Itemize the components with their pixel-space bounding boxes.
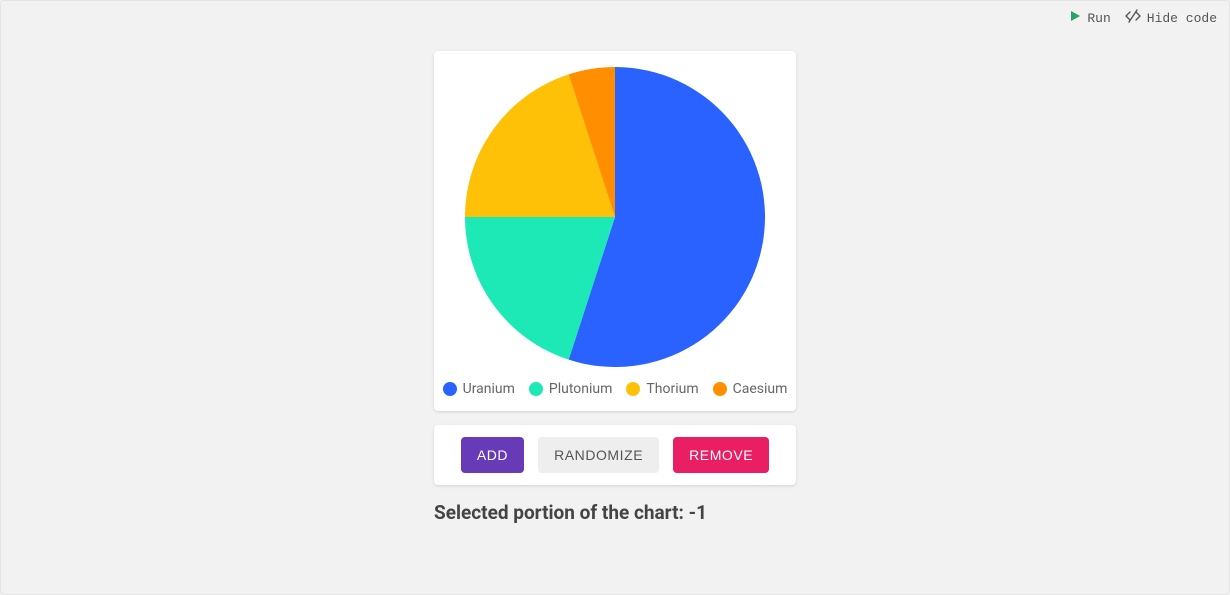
status-label: Selected portion of the chart:: [434, 501, 684, 524]
status-value: -1: [689, 501, 707, 524]
hide-code-button[interactable]: Hide code: [1125, 9, 1217, 27]
output-panel: Uranium Plutonium Thorium Caesium Add Rando…: [434, 51, 796, 524]
run-button[interactable]: Run: [1069, 10, 1110, 26]
legend-item-caesium[interactable]: Caesium: [713, 381, 788, 397]
legend-swatch-icon: [713, 382, 727, 396]
play-icon: [1069, 10, 1081, 26]
legend-label: Uranium: [463, 381, 515, 397]
status-text: Selected portion of the chart: -1: [434, 501, 796, 524]
cell-toolbar: Run Hide code: [1069, 9, 1217, 27]
run-label: Run: [1087, 11, 1110, 26]
add-button[interactable]: Add: [461, 437, 524, 473]
legend-label: Thorium: [646, 381, 698, 397]
hide-code-label: Hide code: [1147, 11, 1217, 26]
legend-item-uranium[interactable]: Uranium: [443, 381, 515, 397]
code-cell-output: Run Hide code Uranium Plutonium Thorium Cae…: [0, 0, 1230, 595]
legend-swatch-icon: [443, 382, 457, 396]
legend-swatch-icon: [626, 382, 640, 396]
legend-item-thorium[interactable]: Thorium: [626, 381, 698, 397]
button-card: Add Randomize Remove: [434, 425, 796, 485]
legend-swatch-icon: [529, 382, 543, 396]
legend-label: Plutonium: [549, 381, 613, 397]
legend-label: Caesium: [733, 381, 788, 397]
legend-item-plutonium[interactable]: Plutonium: [529, 381, 613, 397]
pie-chart[interactable]: [450, 67, 780, 367]
randomize-button[interactable]: Randomize: [538, 437, 659, 473]
chart-legend: UraniumPlutoniumThoriumCaesium: [450, 381, 780, 397]
remove-button[interactable]: Remove: [673, 437, 769, 473]
code-off-icon: [1125, 9, 1141, 27]
chart-card: Uranium Plutonium Thorium Caesium: [434, 51, 796, 411]
